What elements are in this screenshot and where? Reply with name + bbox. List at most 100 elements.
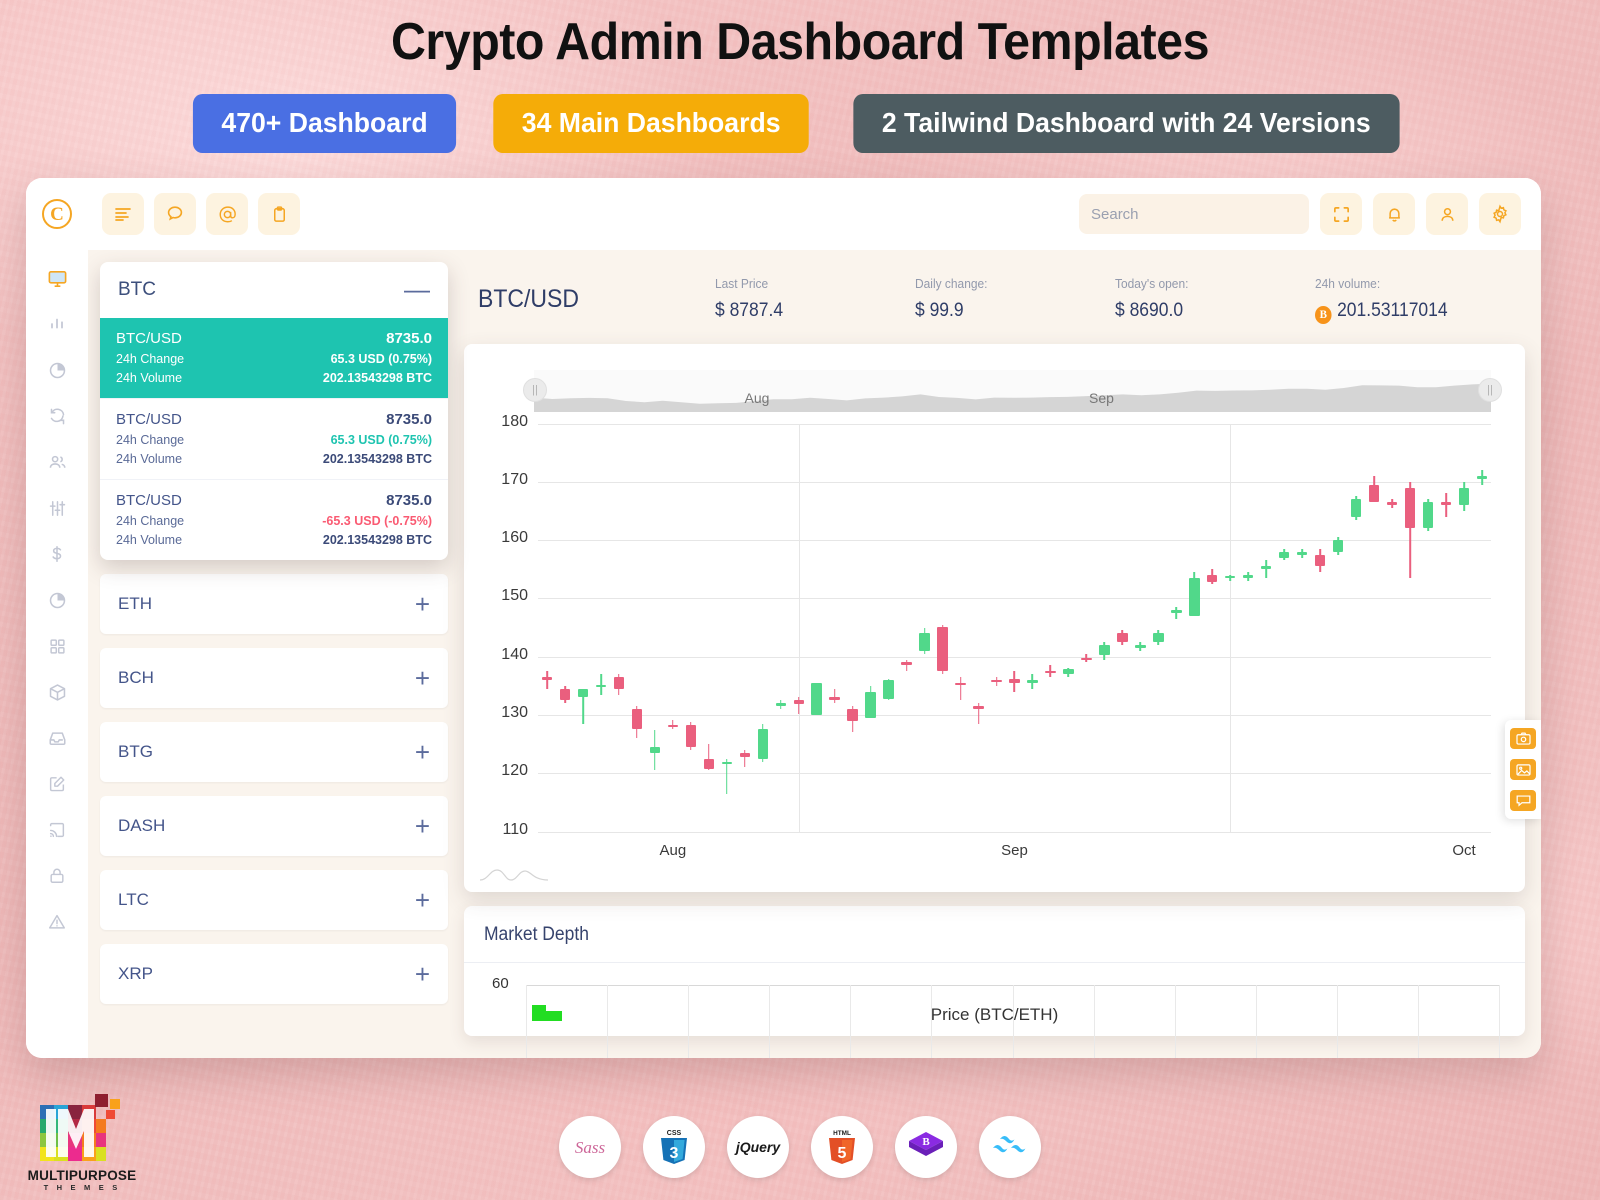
- depth-axis-label: Price (BTC/ETH): [930, 1004, 1059, 1024]
- candle-body: [1117, 633, 1128, 643]
- minus-icon[interactable]: —: [404, 277, 430, 302]
- candlestick: [901, 659, 912, 672]
- candlestick: [1243, 572, 1254, 581]
- sidebar-item-analytics[interactable]: [37, 304, 77, 344]
- sidebar-item-reports[interactable]: [37, 350, 77, 390]
- quote-volume-value: 202.13543298 BTC: [322, 451, 432, 466]
- plus-icon[interactable]: +: [415, 739, 430, 765]
- candle-body: [793, 700, 804, 705]
- users-icon: [49, 455, 66, 468]
- candle-wick: [833, 688, 836, 704]
- sidebar-item-products[interactable]: [37, 672, 77, 712]
- image-button[interactable]: [1510, 759, 1536, 780]
- profile-button[interactable]: [1426, 193, 1468, 235]
- sidebar-item-users[interactable]: [37, 442, 77, 482]
- candle-body: [1422, 502, 1434, 529]
- html5-badge: HTML 5: [811, 1116, 873, 1178]
- candle-body: [1171, 610, 1182, 613]
- comment-icon: [1516, 795, 1530, 807]
- coin-row-eth[interactable]: ETH +: [100, 574, 448, 634]
- range-selector-icon[interactable]: [478, 864, 550, 884]
- fullscreen-button[interactable]: [1320, 193, 1362, 235]
- coin-row-btg[interactable]: BTG +: [100, 722, 448, 782]
- settings-button[interactable]: [1479, 193, 1521, 235]
- chart-month-separator: [798, 423, 800, 832]
- candlestick-chart[interactable]: Aug Sep || || 110 120 130 140 150 160 170 180 Aug Sep…: [472, 352, 1511, 888]
- sidebar-item-broadcast[interactable]: [37, 810, 77, 850]
- candle-body: [1009, 678, 1020, 683]
- sidebar-item-authentication[interactable]: [37, 856, 77, 896]
- dashboard-window: C Search BTC — BTC/USD 8735.0 24h Change…: [26, 178, 1541, 1058]
- svg-text:3: 3: [670, 1145, 679, 1162]
- notifications-button[interactable]: [1373, 193, 1415, 235]
- sidebar-item-exchange[interactable]: [37, 396, 77, 436]
- plus-icon[interactable]: +: [415, 665, 430, 691]
- sidebar-item-dashboard[interactable]: [37, 258, 77, 298]
- navigator-handle-left[interactable]: ||: [523, 377, 547, 402]
- candlestick: [1063, 668, 1074, 678]
- quote-row[interactable]: BTC/USD 8735.0 24h Change 65.3 USD (0.75…: [100, 318, 448, 398]
- comment-button[interactable]: [1510, 790, 1536, 811]
- search-box[interactable]: [1079, 194, 1309, 234]
- cast-icon: [49, 822, 65, 838]
- market-depth-card: Market Depth 60 Price (BTC/ETH): [464, 905, 1525, 1058]
- dollar-icon: [52, 545, 62, 563]
- quote-row[interactable]: BTC/USD 8735.0 24h Change -65.3 USD (-0.…: [100, 479, 448, 560]
- candlestick: [883, 678, 894, 701]
- sidebar-item-statistics[interactable]: [37, 580, 77, 620]
- plus-icon[interactable]: +: [415, 591, 430, 617]
- quote-row[interactable]: BTC/USD 8735.0 24h Change 65.3 USD (0.75…: [100, 398, 448, 479]
- chat-button[interactable]: [154, 193, 196, 235]
- candle-body: [1207, 575, 1218, 583]
- depth-gridline: [1417, 984, 1419, 1058]
- stat-label: Today's open:: [1115, 276, 1189, 291]
- btc-ticker-card: BTC — BTC/USD 8735.0 24h Change 65.3 USD…: [100, 262, 448, 560]
- candlestick: [1314, 548, 1326, 573]
- candlestick: [865, 685, 876, 718]
- sidebar-item-inbox[interactable]: [37, 718, 77, 758]
- mention-icon: [219, 205, 236, 222]
- sidebar-item-forms[interactable]: [37, 764, 77, 804]
- navigator-handle-right[interactable]: ||: [1478, 377, 1502, 402]
- sidebar-item-settings-sliders[interactable]: [37, 488, 77, 528]
- candle-body: [1350, 499, 1362, 517]
- sass-logo-icon: Sass: [575, 1138, 606, 1157]
- promo-banner: Crypto Admin Dashboard Templates 470+ Da…: [0, 0, 1600, 180]
- depth-panel-title: Market Depth: [484, 923, 589, 945]
- inbox-icon: [48, 731, 66, 745]
- clipboard-button[interactable]: [258, 193, 300, 235]
- candle-body: [973, 706, 984, 710]
- candle-body: [595, 684, 607, 687]
- coin-row-xrp[interactable]: XRP +: [100, 944, 448, 1004]
- candlestick: [577, 688, 589, 724]
- depth-gridline: [1336, 984, 1338, 1058]
- mention-button[interactable]: [206, 193, 248, 235]
- app-logo[interactable]: C: [26, 199, 88, 229]
- plus-icon[interactable]: +: [415, 813, 430, 839]
- sidebar-item-finance[interactable]: [37, 534, 77, 574]
- sidebar-item-errors[interactable]: [37, 902, 77, 942]
- market-depth-chart[interactable]: 60 Price (BTC/ETH): [484, 975, 1505, 1058]
- candle-body: [559, 688, 571, 701]
- grid-icon: [49, 638, 65, 654]
- coin-symbol: ETH: [118, 594, 152, 613]
- coin-row-bch[interactable]: BCH +: [100, 648, 448, 708]
- chart-navigator[interactable]: Aug Sep || ||: [523, 369, 1502, 412]
- search-input[interactable]: [1091, 205, 1290, 223]
- quote-volume-line: 24h Volume 202.13543298 BTC: [116, 530, 432, 549]
- ticker-column: BTC — BTC/USD 8735.0 24h Change 65.3 USD…: [100, 262, 448, 1058]
- plus-icon[interactable]: +: [415, 887, 430, 913]
- svg-text:jQuery: jQuery: [734, 1139, 782, 1155]
- candle-body: [1458, 487, 1470, 506]
- plus-icon[interactable]: +: [415, 961, 430, 987]
- coin-row-dash[interactable]: DASH +: [100, 796, 448, 856]
- edit-icon: [49, 776, 65, 792]
- coin-row-ltc[interactable]: LTC +: [100, 870, 448, 930]
- chart-month-separator: [1230, 423, 1232, 832]
- menu-button[interactable]: [102, 193, 144, 235]
- svg-text:CSS: CSS: [667, 1130, 682, 1137]
- sidebar-item-apps[interactable]: [37, 626, 77, 666]
- quote-change-line: 24h Change 65.3 USD (0.75%): [116, 349, 432, 368]
- camera-button[interactable]: [1510, 728, 1536, 749]
- candle-wick: [1265, 560, 1268, 578]
